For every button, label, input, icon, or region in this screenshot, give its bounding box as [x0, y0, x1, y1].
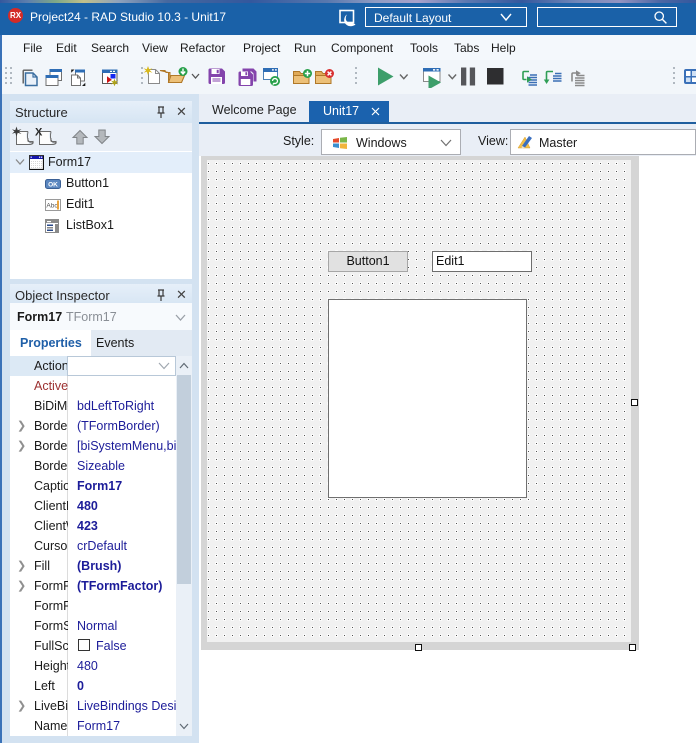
svg-text:Abc: Abc — [46, 203, 58, 210]
svg-text:OK: OK — [48, 182, 58, 189]
svg-text:X: X — [35, 127, 43, 139]
